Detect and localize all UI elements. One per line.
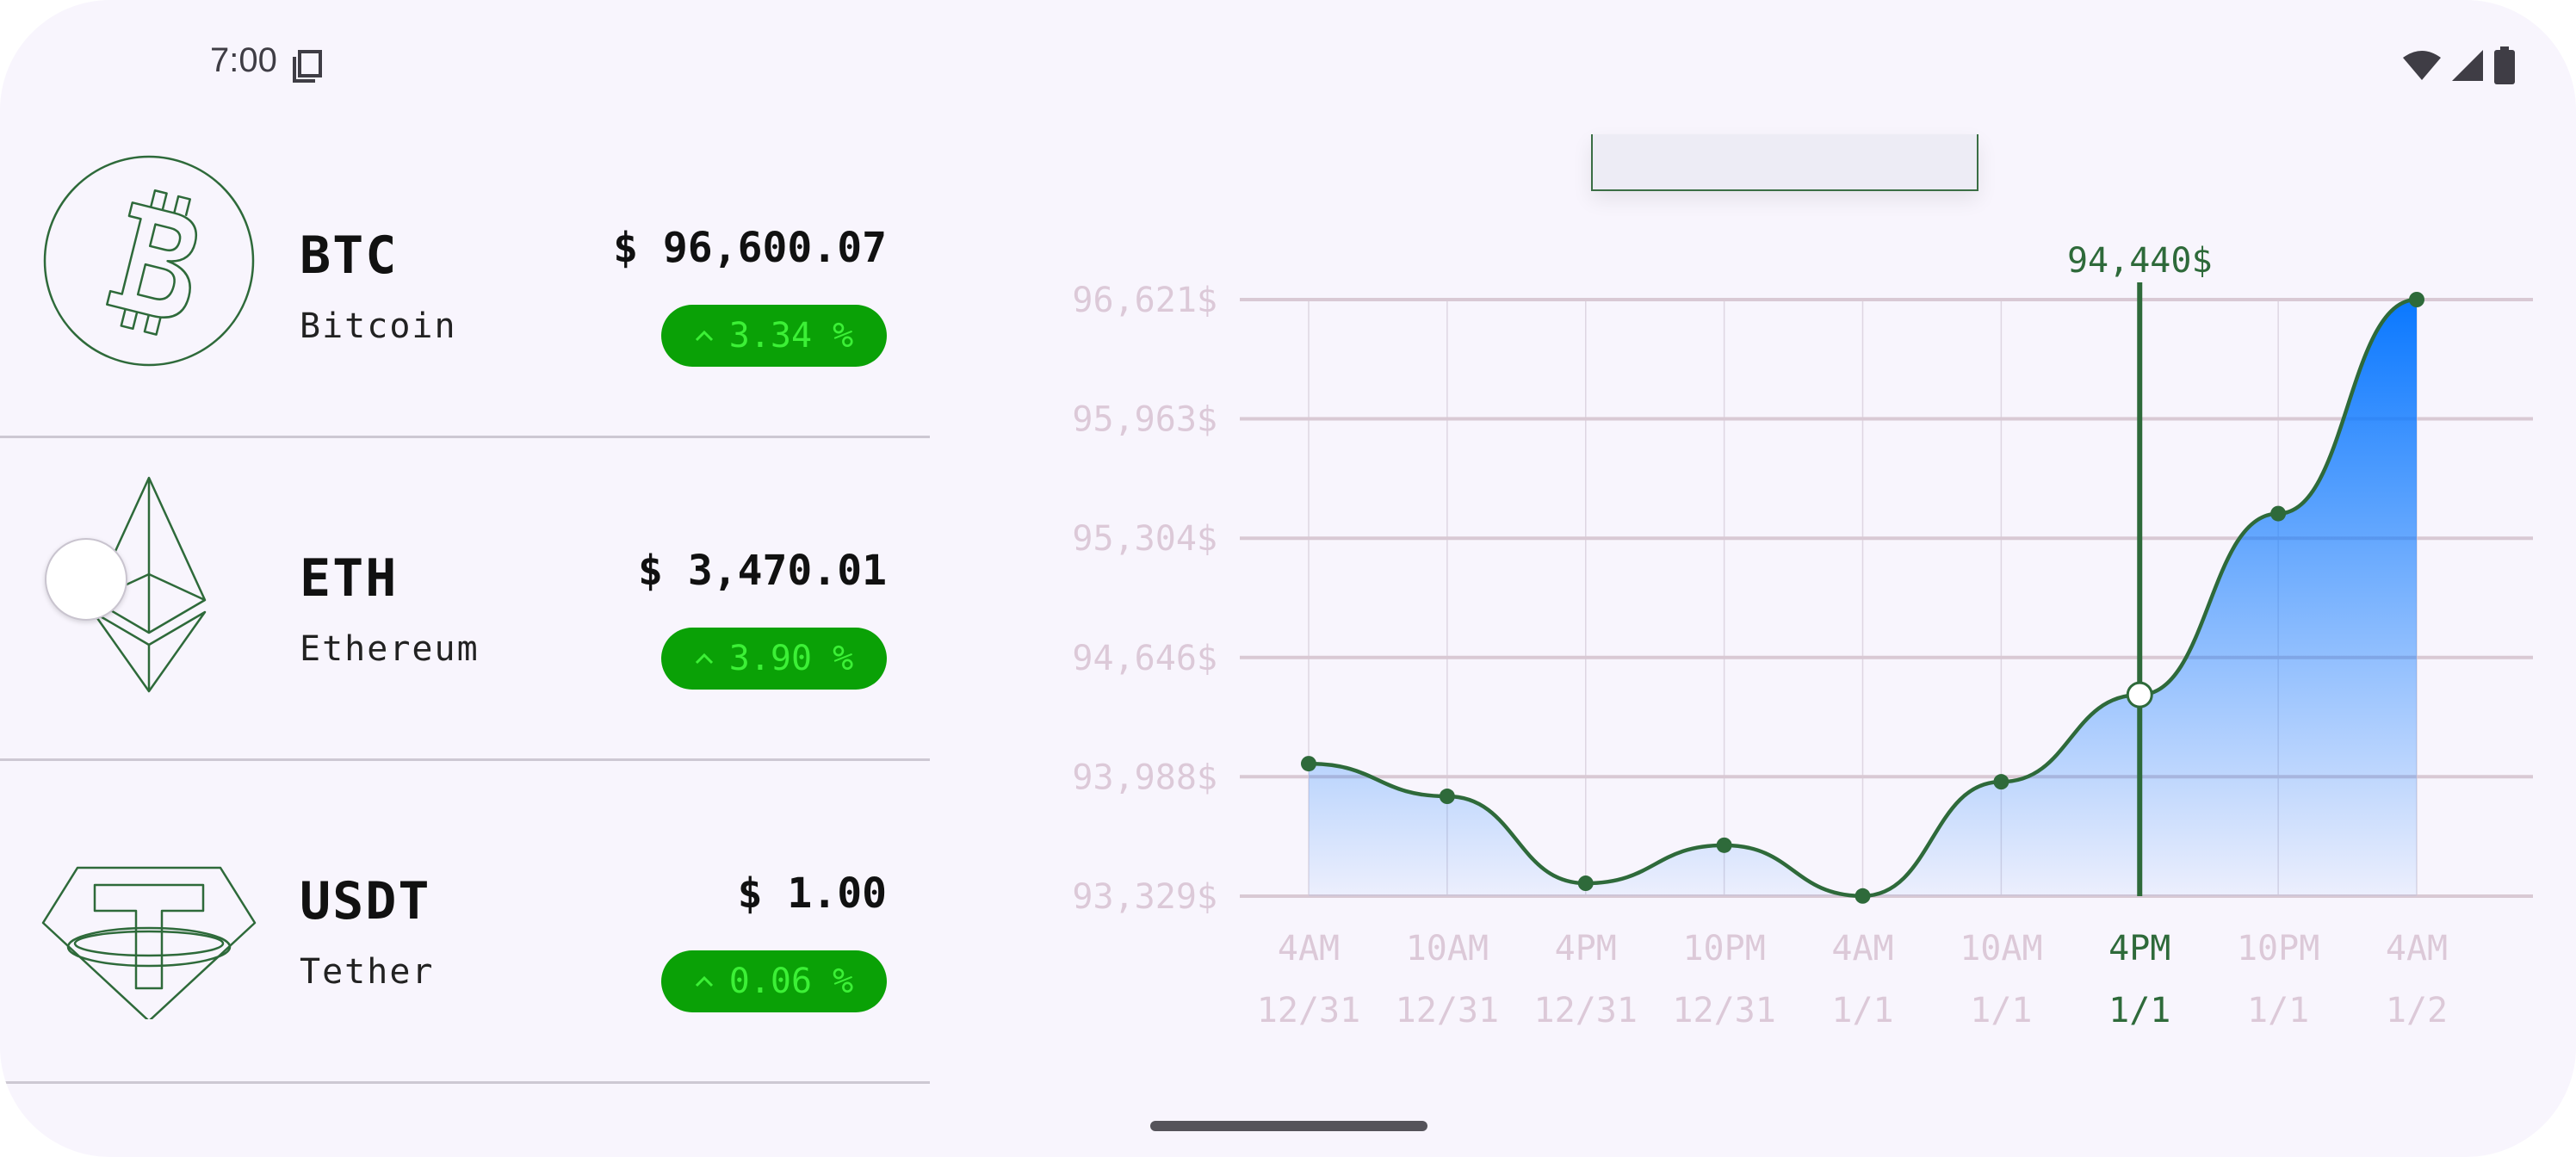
status-icons bbox=[2402, 46, 2516, 84]
x-tick-date: 12/31 bbox=[1396, 991, 1499, 1030]
arrow-up-icon bbox=[695, 975, 713, 987]
x-tick-date: 12/31 bbox=[1257, 991, 1360, 1030]
x-tick-time: 10AM bbox=[1960, 929, 2042, 968]
status-time: 7:00 bbox=[210, 41, 277, 79]
x-tick-date: 1/1 bbox=[2108, 991, 2170, 1030]
coin-ticker: BTC bbox=[300, 226, 399, 286]
x-tick-date: 1/1 bbox=[2247, 991, 2309, 1030]
x-tick-time: 10AM bbox=[1406, 929, 1489, 968]
price-chart[interactable]: 96,621$ 95,963$ 95,304$ 94,646$ 93,988$ 93,32… bbox=[1016, 129, 2548, 1059]
change-value: 3.90 % bbox=[728, 639, 854, 678]
arrow-up-icon bbox=[695, 330, 713, 342]
coin-price: $ 1.00 bbox=[737, 869, 887, 918]
wifi-icon bbox=[2403, 51, 2441, 80]
app-screen: 7:00 BTC Bitcoin $ 96,600.07 3.34 % ETH … bbox=[0, 0, 2576, 1157]
y-tick-label: 95,963$ bbox=[1072, 400, 1217, 440]
data-point bbox=[2270, 505, 2287, 522]
change-badge: 0.06 % bbox=[661, 950, 887, 1012]
data-point bbox=[1301, 756, 1316, 772]
bitcoin-icon bbox=[43, 155, 255, 367]
clipboard-icon bbox=[293, 50, 322, 83]
coin-price: $ 3,470.01 bbox=[638, 547, 887, 595]
x-tick-date: 1/1 bbox=[1970, 991, 2032, 1030]
signal-icon bbox=[2452, 50, 2483, 81]
x-tick-date: 1/1 bbox=[1831, 991, 1893, 1030]
coin-ticker: ETH bbox=[300, 548, 399, 609]
x-tick-date: 12/31 bbox=[1672, 991, 1775, 1030]
coin-ticker: USDT bbox=[300, 871, 431, 931]
data-point bbox=[1716, 837, 1732, 853]
change-badge: 3.90 % bbox=[661, 628, 887, 690]
coin-name: Tether bbox=[300, 952, 435, 992]
x-tick-time: 10PM bbox=[2237, 929, 2319, 968]
x-tick-date: 12/31 bbox=[1534, 991, 1638, 1030]
change-badge: 3.34 % bbox=[661, 305, 887, 367]
selected-value-label: 94,440$ bbox=[2067, 241, 2213, 281]
y-tick-label: 93,988$ bbox=[1072, 758, 1217, 797]
coin-name: Ethereum bbox=[300, 629, 480, 669]
y-tick-label: 93,329$ bbox=[1072, 877, 1217, 917]
coin-row-btc[interactable]: BTC Bitcoin $ 96,600.07 3.34 % bbox=[0, 115, 930, 438]
change-value: 0.06 % bbox=[728, 962, 854, 1001]
home-indicator[interactable] bbox=[1150, 1121, 1427, 1131]
x-tick-time: 4PM bbox=[1555, 929, 1617, 968]
y-tick-label: 96,621$ bbox=[1072, 281, 1217, 320]
tether-icon bbox=[41, 866, 257, 1019]
coin-price: $ 96,600.07 bbox=[613, 224, 887, 272]
selected-data-point bbox=[2126, 681, 2153, 708]
change-value: 3.34 % bbox=[728, 316, 854, 356]
arrow-up-icon bbox=[695, 653, 713, 665]
x-tick-date: 1/2 bbox=[2386, 991, 2448, 1030]
data-point bbox=[2409, 292, 2424, 307]
x-tick-time: 4AM bbox=[2386, 929, 2448, 968]
x-tick-time: 4AM bbox=[1831, 929, 1893, 968]
data-point bbox=[1855, 888, 1871, 904]
battery-icon bbox=[2494, 46, 2515, 84]
data-point bbox=[1993, 774, 2009, 790]
y-tick-label: 95,304$ bbox=[1072, 519, 1217, 559]
coin-name: Bitcoin bbox=[300, 306, 457, 346]
data-point bbox=[1577, 875, 1594, 892]
touch-indicator bbox=[45, 538, 127, 621]
data-point bbox=[1439, 789, 1455, 805]
coin-row-eth[interactable]: ETH Ethereum $ 3,470.01 3.90 % bbox=[0, 438, 930, 761]
x-tick-time: 4PM bbox=[2108, 929, 2170, 968]
coin-row-usdt[interactable]: USDT Tether $ 1.00 0.06 % bbox=[0, 761, 930, 1084]
x-tick-time: 4AM bbox=[1278, 929, 1340, 968]
y-tick-label: 94,646$ bbox=[1072, 639, 1217, 678]
x-tick-time: 10PM bbox=[1682, 929, 1765, 968]
